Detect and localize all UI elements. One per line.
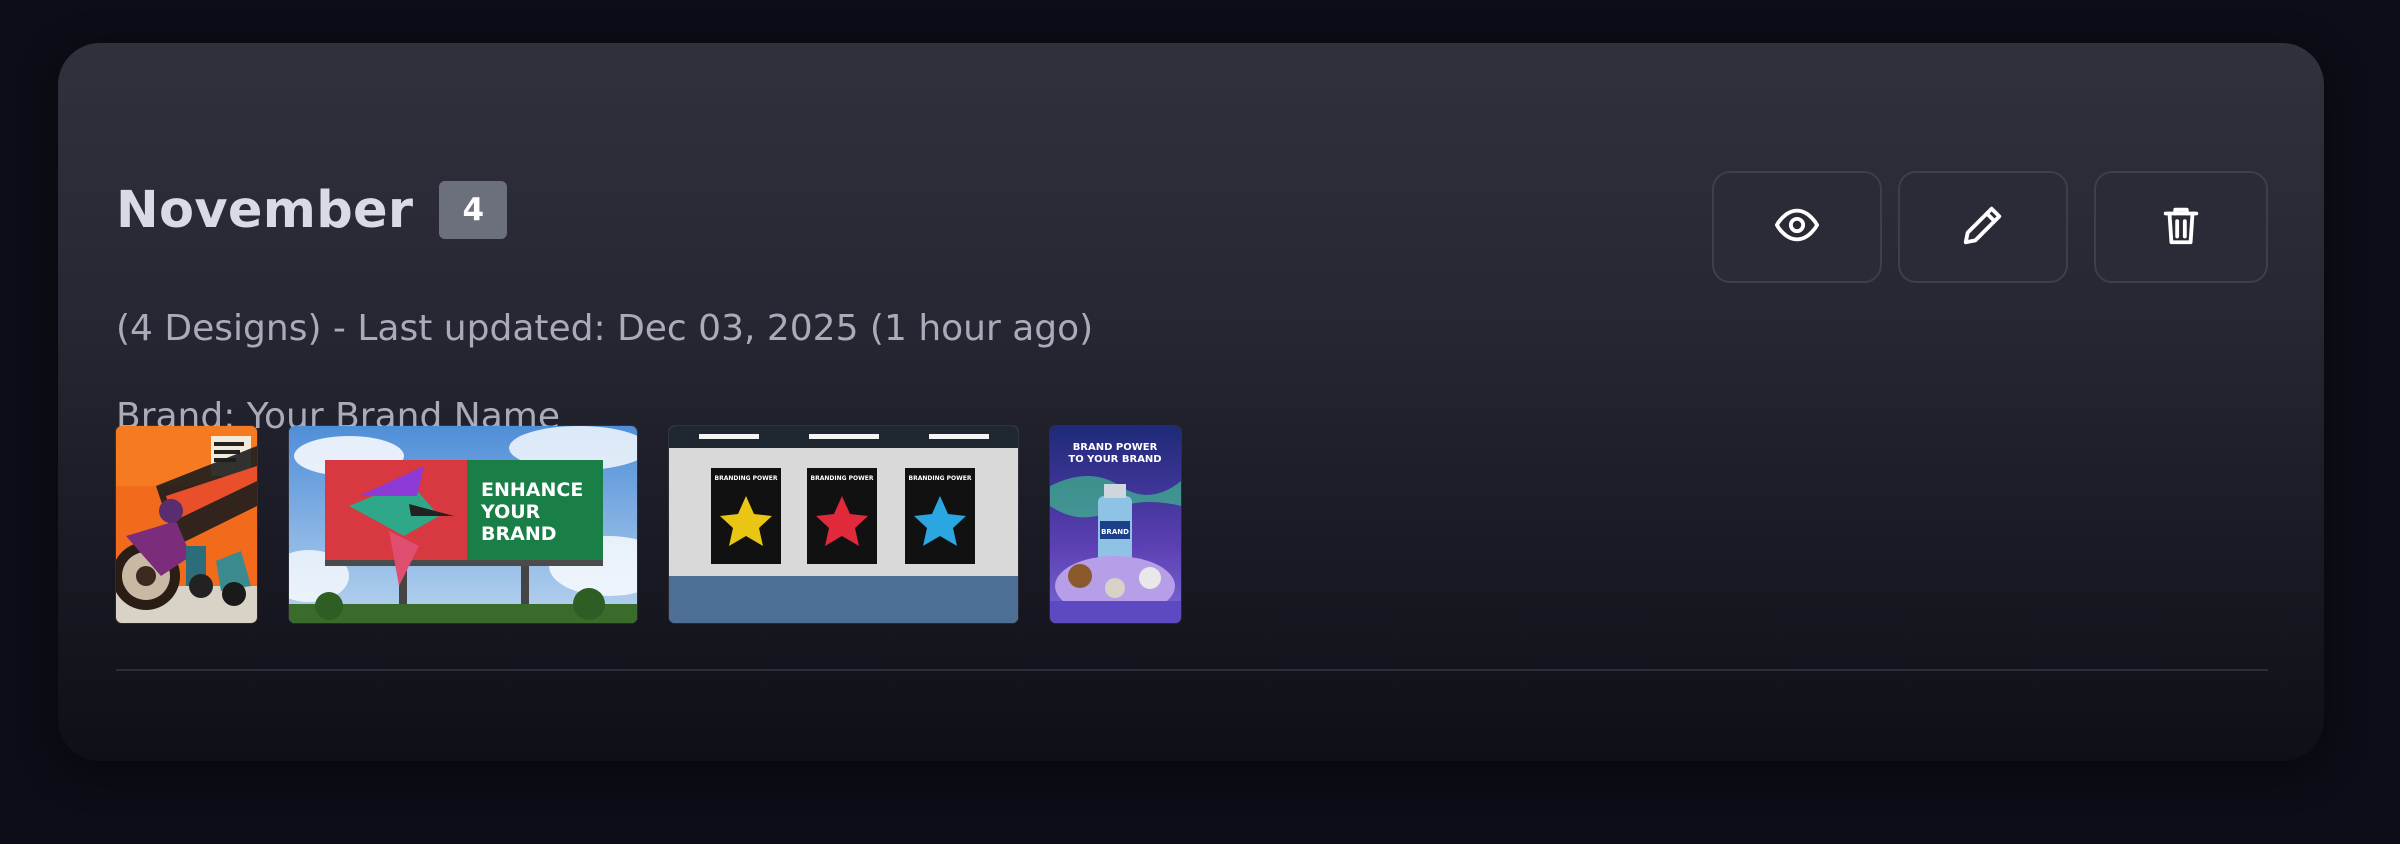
delete-button[interactable] [2094,171,2268,283]
svg-text:YOUR: YOUR [480,501,541,523]
svg-text:BRAND: BRAND [481,523,557,545]
collection-card: November 4 (4 Designs) - Last updated: D… [58,43,2324,761]
collection-subtitle: (4 Designs) - Last updated: Dec 03, 2025… [116,308,1094,349]
collection-title: November [116,180,414,240]
svg-text:TO YOUR BRAND: TO YOUR BRAND [1068,454,1161,465]
thumbnail-subway-posters[interactable]: BRANDING POWER BRANDING POWER BRANDING P… [669,426,1018,623]
svg-text:BRANDING POWER: BRANDING POWER [909,475,972,482]
svg-text:BRAND: BRAND [1101,528,1129,536]
divider [116,669,2268,671]
subway-posters-image: BRANDING POWER BRANDING POWER BRANDING P… [669,426,1018,623]
title-row: November 4 [116,180,508,240]
thumbnail-product-poster[interactable]: BRAND POWER TO YOUR BRAND BRAND [1050,426,1181,623]
edit-button[interactable] [1898,171,2068,283]
motorcycle-poster-image [116,426,257,623]
svg-text:ENHANCE: ENHANCE [481,479,583,501]
design-thumbnails: ENHANCE YOUR BRAND BRANDING POWER BRANDI… [116,426,1213,623]
svg-text:BRANDING POWER: BRANDING POWER [715,475,778,482]
action-buttons [1712,171,2268,283]
product-poster-image: BRAND POWER TO YOUR BRAND BRAND [1050,426,1181,623]
design-count-badge: 4 [439,181,508,239]
thumbnail-billboard-hummingbird[interactable]: ENHANCE YOUR BRAND [289,426,637,623]
view-button[interactable] [1712,171,1882,283]
svg-text:BRANDING POWER: BRANDING POWER [811,475,874,482]
trash-icon [2158,202,2204,252]
pencil-icon [1960,202,2006,252]
svg-text:BRAND POWER: BRAND POWER [1073,442,1158,453]
eye-icon [1774,202,1820,252]
billboard-hummingbird-image: ENHANCE YOUR BRAND [289,426,637,623]
thumbnail-motorcycle-poster[interactable] [116,426,257,623]
